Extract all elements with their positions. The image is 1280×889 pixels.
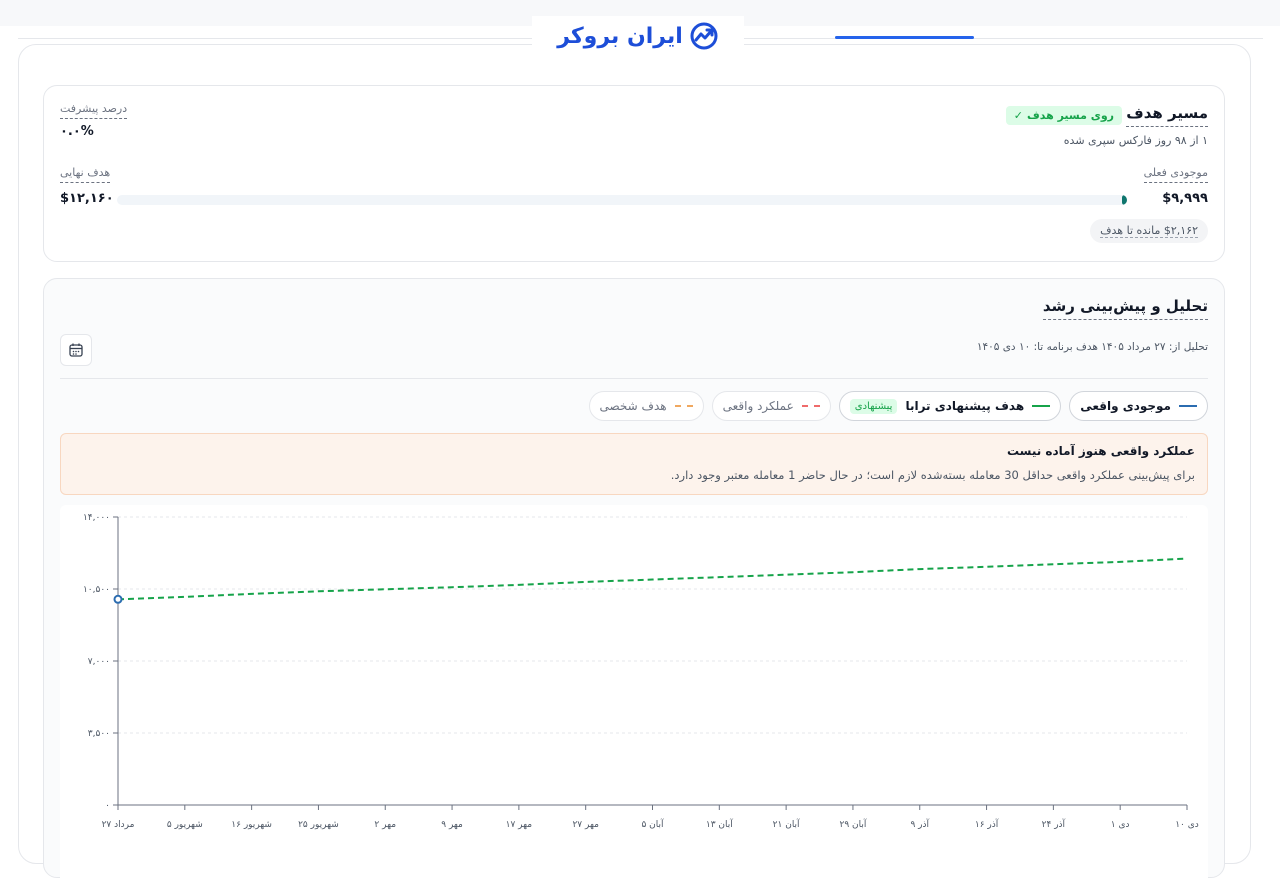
alert-title: عملکرد واقعی هنوز آماده نیست bbox=[1006, 444, 1195, 458]
current-balance-label: موجودی فعلی bbox=[1143, 166, 1208, 183]
x-tick-label: ۵ شهریور bbox=[167, 820, 203, 830]
on-track-label: روی مسیر هدف bbox=[1026, 109, 1114, 122]
x-tick-label: ۲۵ شهریور bbox=[298, 820, 339, 830]
check-icon: ✓ bbox=[1013, 109, 1023, 122]
growth-chart-svg: ۰ ۳,۵۰۰ ۷,۰۰۰ ۱۰,۵۰۰ ۱۴,۰۰۰ ۲۷ مرداد ۵ شهریور ۱… bbox=[83, 513, 1199, 830]
growth-analysis-card: تحلیل و پیش‌بینی رشد تحلیل از: ۲۷ مرداد … bbox=[43, 278, 1225, 885]
legend-label: موجودی واقعی bbox=[1080, 399, 1171, 413]
x-tick-label: ۱۶ آذر bbox=[975, 818, 999, 830]
final-goal-value: $۱۲,۱۶۰ bbox=[60, 191, 114, 206]
x-tick-label: ۵ آبان bbox=[641, 818, 664, 830]
suggested-tag: پیشنهادی bbox=[849, 398, 898, 414]
x-tick-label: ۲۹ آبان bbox=[839, 818, 866, 830]
final-goal-label: هدف نهایی bbox=[60, 166, 111, 183]
goal-progress-bar bbox=[117, 195, 1127, 205]
x-tick-label: ۹ آذر bbox=[910, 818, 929, 830]
legend-label: هدف پیشنهادی ترابا bbox=[905, 399, 1025, 413]
growth-chart: ۰ ۳,۵۰۰ ۷,۰۰۰ ۱۰,۵۰۰ ۱۴,۰۰۰ ۲۷ مرداد ۵ شهریور ۱… bbox=[60, 505, 1208, 885]
goal-title: مسیر هدف bbox=[1126, 104, 1208, 127]
x-tick-label: ۱۰ دی bbox=[1175, 820, 1199, 830]
y-tick-label: ۱۰,۵۰۰ bbox=[83, 585, 110, 595]
remaining-to-goal-chip: $۲,۱۶۲ مانده تا هدف bbox=[1090, 219, 1208, 243]
progress-value: ۰.۰% bbox=[60, 124, 94, 139]
series-line-0 bbox=[117, 557, 1188, 601]
x-tick-label: ۲۱ آبان bbox=[773, 818, 800, 830]
x-tick-label: ۲۷ مرداد bbox=[102, 820, 135, 830]
goal-path-card: مسیر هدف روی مسیر هدف ✓ ۱ از ۹۸ روز فارک… bbox=[43, 85, 1225, 262]
goal-subtitle: ۱ از ۹۸ روز فارکس سپری شده bbox=[1063, 134, 1208, 147]
analysis-title: تحلیل و پیش‌بینی رشد bbox=[1042, 297, 1208, 320]
analysis-divider bbox=[60, 378, 1208, 379]
analysis-date-range: تحلیل از: ۲۷ مرداد ۱۴۰۵ هدف برنامه تا: ۱… bbox=[976, 341, 1208, 353]
x-tick-label: ۱۷ مهر bbox=[506, 820, 533, 830]
active-tab-indicator bbox=[835, 36, 974, 39]
x-tick-label: ۱۶ شهریور bbox=[231, 820, 272, 830]
legend-swatch-personal-target bbox=[674, 405, 693, 407]
x-tick-label: ۱ دی bbox=[1111, 820, 1130, 830]
y-tick-label: ۰ bbox=[105, 801, 110, 811]
x-tick-label: ۹ مهر bbox=[441, 820, 463, 830]
legend-label: هدف شخصی bbox=[599, 399, 667, 413]
alert-body: برای پیش‌بینی عملکرد واقعی حداقل 30 معام… bbox=[670, 468, 1195, 482]
brand-logo-text: ایران بروکر bbox=[557, 23, 683, 49]
remaining-to-goal-text: $۲,۱۶۲ مانده تا هدف bbox=[1100, 224, 1198, 238]
series-point-1 bbox=[113, 594, 123, 604]
goal-progress-fill bbox=[1121, 195, 1127, 205]
calendar-icon bbox=[69, 343, 83, 357]
on-track-badge: روی مسیر هدف ✓ bbox=[1005, 106, 1122, 125]
x-tick-label: ۲ مهر bbox=[374, 820, 396, 830]
brand-logo[interactable]: ایران بروکر bbox=[532, 16, 744, 56]
progress-label: درصد پیشرفت bbox=[60, 102, 128, 119]
y-tick-label: ۱۴,۰۰۰ bbox=[83, 513, 110, 523]
legend-actual-performance[interactable]: عملکرد واقعی bbox=[711, 391, 831, 421]
x-tick-label: ۱۳ آبان bbox=[706, 818, 733, 830]
x-tick-label: ۲۷ مهر bbox=[572, 820, 599, 830]
performance-not-ready-alert: عملکرد واقعی هنوز آماده نیست برای پیش‌بی… bbox=[60, 433, 1208, 495]
legend-label: عملکرد واقعی bbox=[722, 399, 794, 413]
y-tick-label: ۳,۵۰۰ bbox=[88, 729, 110, 739]
y-tick-label: ۷,۰۰۰ bbox=[88, 657, 110, 667]
growth-chart-icon bbox=[690, 22, 718, 50]
legend-swatch-actual-performance bbox=[801, 405, 820, 407]
legend-suggested-target[interactable]: هدف پیشنهادی ترابا پیشنهادی bbox=[838, 391, 1062, 421]
legend-personal-target[interactable]: هدف شخصی bbox=[588, 391, 704, 421]
chart-legend: موجودی واقعی هدف پیشنهادی ترابا پیشنهادی… bbox=[588, 391, 1208, 421]
date-picker-button[interactable] bbox=[60, 334, 92, 366]
legend-swatch-suggested-target bbox=[1032, 405, 1051, 407]
current-balance-value: $۹,۹۹۹ bbox=[1162, 191, 1208, 206]
legend-swatch-actual-balance bbox=[1179, 405, 1197, 407]
x-tick-label: ۲۴ آذر bbox=[1042, 818, 1066, 830]
legend-actual-balance[interactable]: موجودی واقعی bbox=[1069, 391, 1208, 421]
